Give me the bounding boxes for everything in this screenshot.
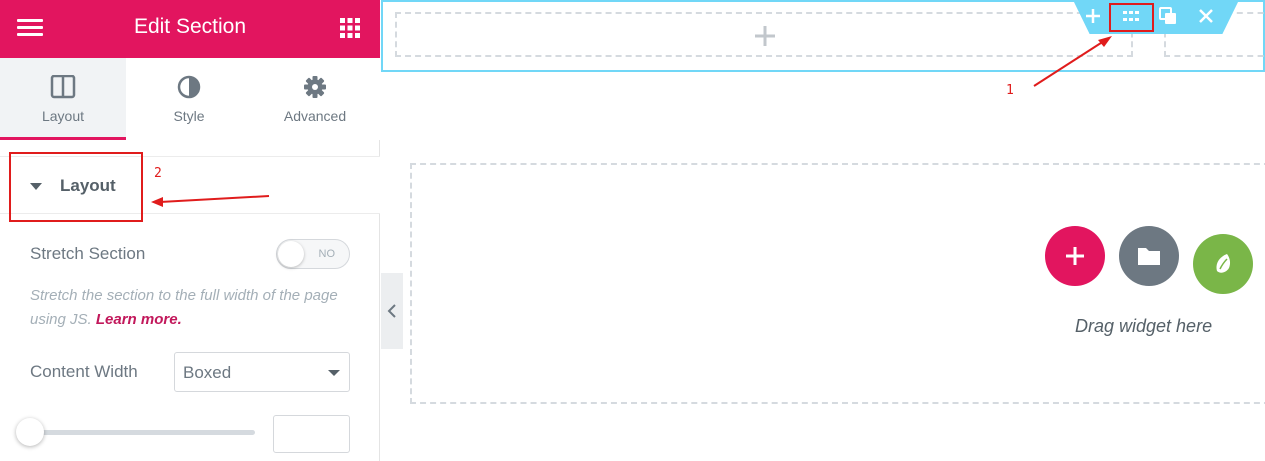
stretch-description: Stretch the section to the full width of…: [30, 284, 350, 332]
tab-label: Advanced: [283, 108, 347, 124]
width-number-input[interactable]: [273, 415, 350, 453]
leaf-icon: [1216, 254, 1231, 273]
annotation-box-1: [1109, 3, 1154, 32]
panel-tabs: Layout Style Advanced: [0, 58, 380, 140]
tab-advanced[interactable]: Advanced: [252, 58, 378, 140]
annotation-number-2: 2: [154, 166, 162, 181]
toggle-knob: [278, 241, 304, 267]
tab-label: Layout: [41, 108, 85, 124]
width-slider-track[interactable]: [22, 430, 255, 435]
panel-header: Edit Section: [0, 0, 380, 58]
toggle-text: NO: [318, 248, 336, 260]
annotation-number-1: 1: [1006, 83, 1014, 98]
collapse-panel-button[interactable]: [381, 273, 403, 349]
columns-icon: [50, 75, 76, 99]
half-circle-icon: [177, 75, 201, 99]
folder-icon: [1138, 248, 1160, 265]
select-value: Boxed: [183, 363, 232, 382]
editor-panel: Edit Section Layout Style Advanced Layou…: [0, 0, 380, 461]
add-new-section-button[interactable]: [1045, 226, 1105, 286]
chevron-left-icon: [387, 304, 396, 318]
content-width-select[interactable]: Boxed: [174, 352, 350, 392]
duplicate-icon[interactable]: [1158, 6, 1178, 26]
close-icon[interactable]: [1196, 6, 1216, 26]
width-slider-handle[interactable]: [16, 418, 44, 446]
content-width-label: Content Width: [30, 362, 138, 381]
stretch-description-text: Stretch the section to the full width of…: [30, 287, 338, 328]
add-widget-icon[interactable]: [754, 25, 776, 47]
panel-title: Edit Section: [133, 15, 247, 38]
widgets-grid-icon[interactable]: [340, 18, 360, 38]
caret-down-icon: [328, 370, 340, 376]
plus-icon: [1066, 247, 1084, 265]
annotation-box-2: [9, 152, 143, 222]
stretch-section-label: Stretch Section: [30, 244, 146, 263]
stretch-section-toggle[interactable]: NO: [276, 239, 350, 269]
tab-layout[interactable]: Layout: [0, 58, 126, 140]
tab-style[interactable]: Style: [126, 58, 252, 140]
add-icon[interactable]: [1083, 6, 1103, 26]
gear-icon: [304, 76, 326, 98]
drag-widget-text: Drag widget here: [1075, 316, 1213, 336]
learn-more-link[interactable]: Learn more.: [96, 311, 182, 328]
add-template-button[interactable]: [1119, 226, 1179, 286]
envato-elements-button[interactable]: [1193, 234, 1253, 294]
tab-label: Style: [173, 108, 205, 124]
